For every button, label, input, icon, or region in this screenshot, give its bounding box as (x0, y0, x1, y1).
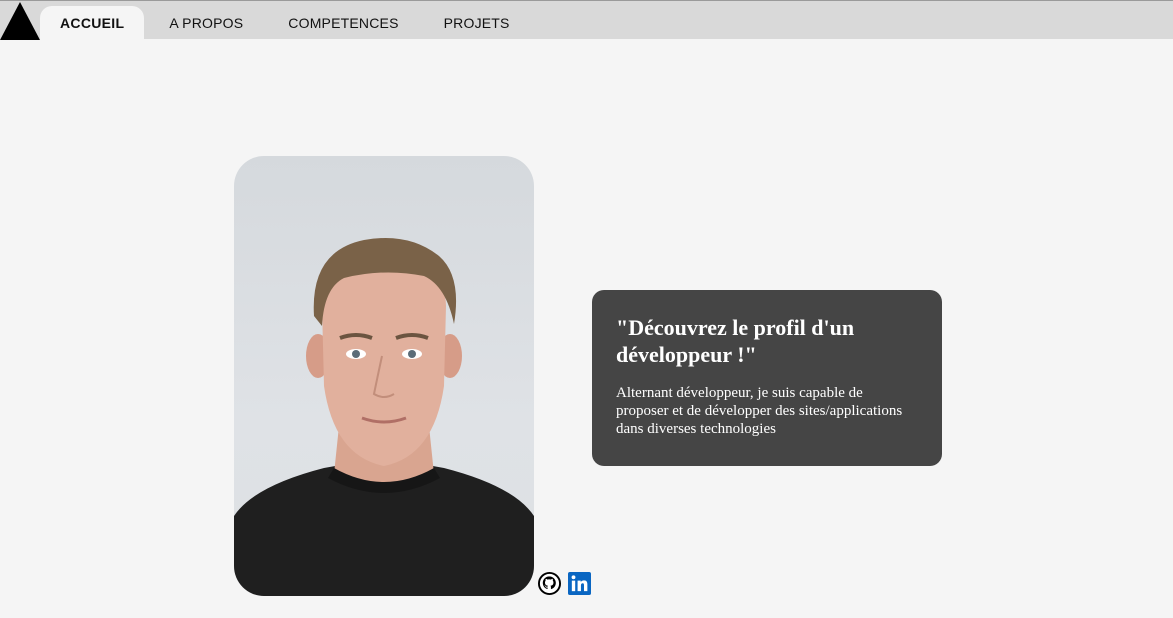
intro-title: "Découvrez le profil d'un développeur !" (616, 315, 855, 367)
social-links (538, 572, 591, 595)
nav-tab-competences[interactable]: COMPETENCES (268, 6, 418, 40)
intro-description: Alternant développeur, je suis capable d… (616, 385, 903, 437)
top-navigation-bar: ACCUEIL A PROPOS COMPETENCES PROJETS (0, 0, 1173, 40)
nav-tab-accueil[interactable]: ACCUEIL (40, 6, 145, 40)
linkedin-icon[interactable] (568, 572, 591, 595)
triangle-logo[interactable] (0, 2, 40, 40)
github-icon[interactable] (538, 572, 561, 595)
nav-tab-projets[interactable]: PROJETS (424, 6, 530, 40)
main-nav: ACCUEIL A PROPOS COMPETENCES PROJETS (40, 6, 530, 40)
profile-photo (234, 156, 534, 596)
intro-card: "Découvrez le profil d'un développeur !"… (592, 290, 942, 466)
nav-tab-a-propos[interactable]: A PROPOS (149, 6, 263, 40)
